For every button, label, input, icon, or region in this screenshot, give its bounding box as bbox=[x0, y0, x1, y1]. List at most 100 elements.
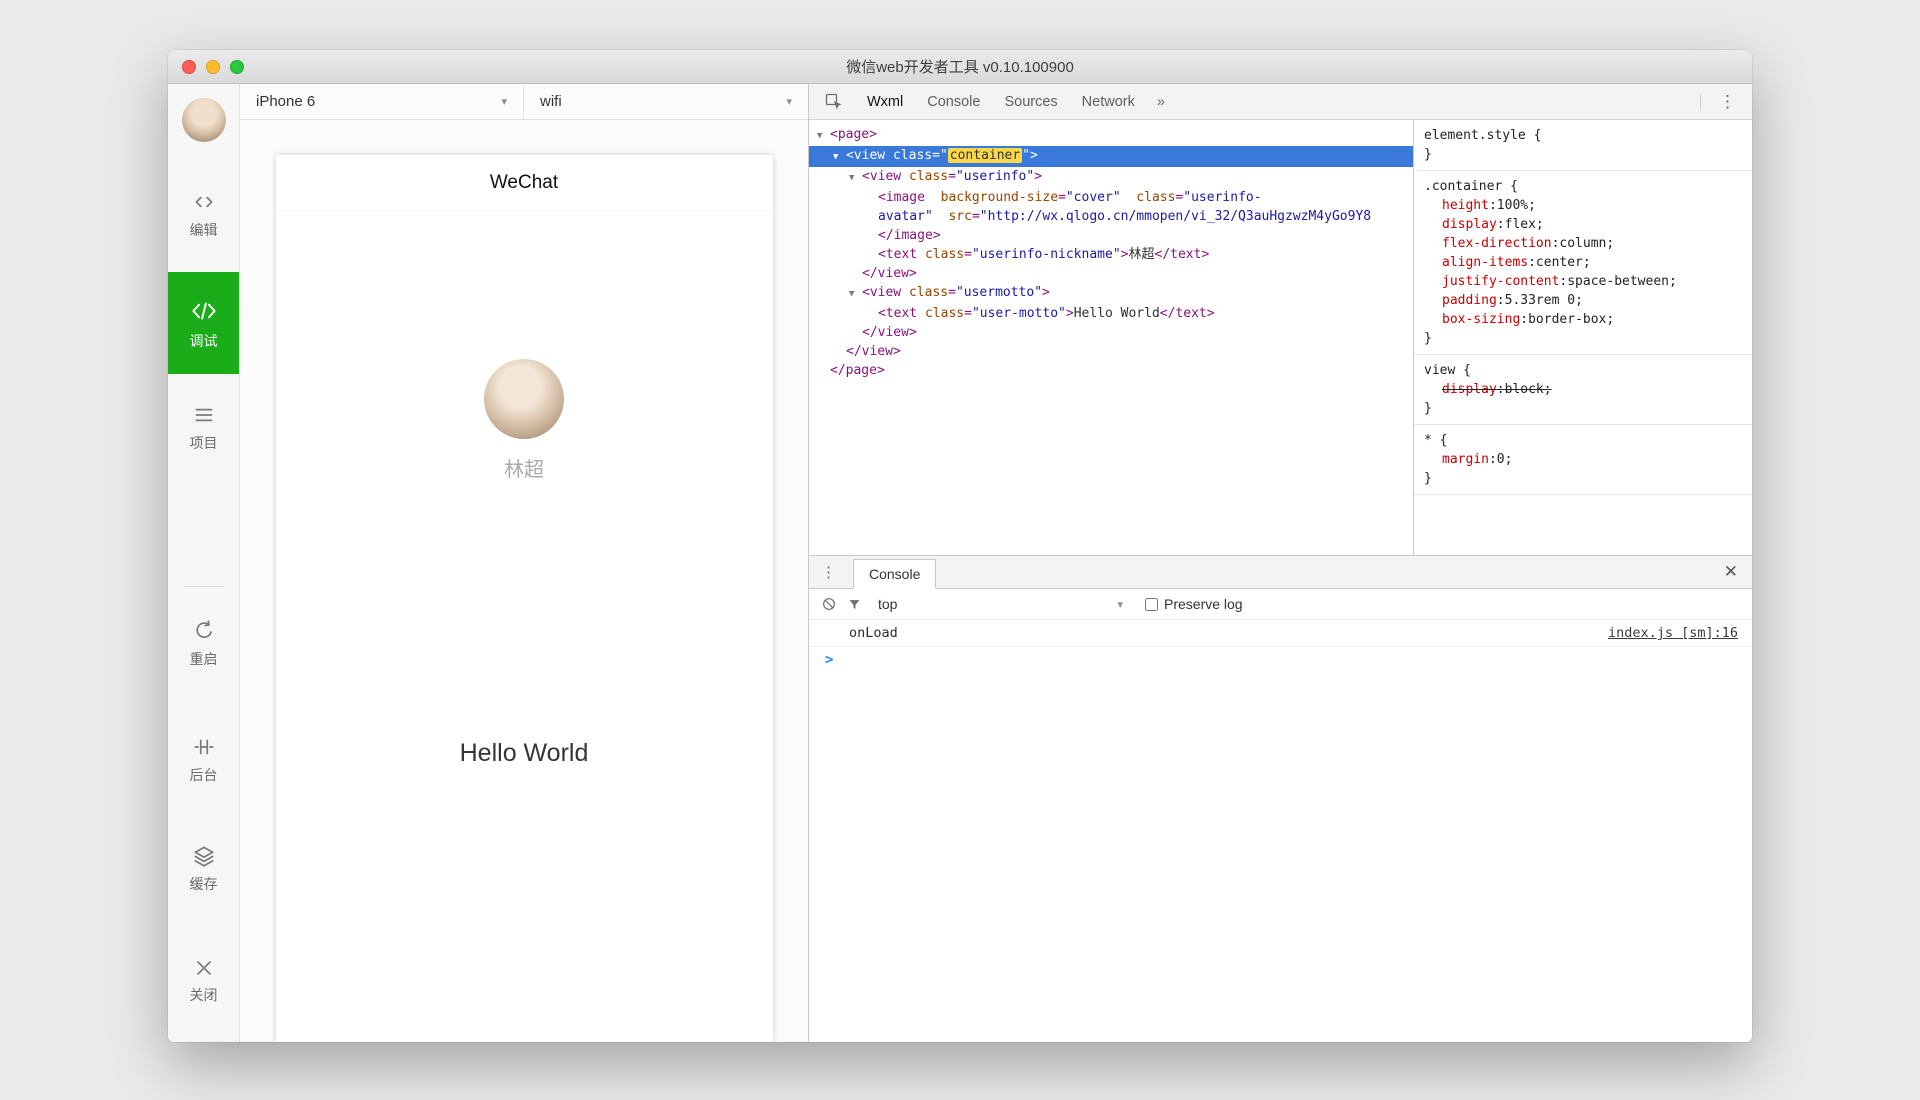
code-token: = bbox=[971, 209, 980, 224]
code-token: view bbox=[861, 344, 893, 359]
zoom-window-button[interactable] bbox=[230, 59, 244, 74]
wxml-tree-row[interactable]: </view> bbox=[809, 342, 1413, 361]
clear-console-icon[interactable] bbox=[821, 596, 837, 612]
wxml-tree-row[interactable]: <image background-size="cover" class="us… bbox=[809, 188, 1413, 207]
console-menu-icon[interactable]: ⋮ bbox=[821, 563, 836, 581]
console-log-message: onLoad bbox=[849, 625, 898, 641]
sidebar-item-backstage[interactable]: 后台 bbox=[168, 734, 239, 785]
console-prompt[interactable]: > bbox=[809, 647, 1752, 673]
backstage-icon bbox=[193, 739, 214, 755]
window-titlebar[interactable]: 微信web开发者工具 v0.10.100900 bbox=[168, 50, 1752, 84]
chevron-down-icon: ▾ bbox=[501, 96, 507, 108]
style-rule: element.style {} bbox=[1414, 120, 1752, 171]
console-close-icon[interactable]: ✕ bbox=[1724, 562, 1738, 582]
app-window: 微信web开发者工具 v0.10.100900 编辑 调试 项目 重启 后台 缓… bbox=[168, 50, 1752, 1042]
console-drawer-tab[interactable]: Console bbox=[853, 559, 937, 589]
console-log-row: onLoad index.js [sm]:16 bbox=[809, 620, 1752, 647]
style-property[interactable]: margin:0; bbox=[1424, 450, 1742, 469]
style-selector: element.style { bbox=[1424, 128, 1542, 143]
code-token: text bbox=[885, 247, 918, 262]
wxml-tree-row[interactable]: </view> bbox=[809, 323, 1413, 342]
style-property[interactable]: display:flex; bbox=[1424, 215, 1742, 234]
expand-arrow-icon[interactable]: ▼ bbox=[849, 169, 862, 188]
style-property[interactable]: align-items:center; bbox=[1424, 253, 1742, 272]
sidebar-divider bbox=[184, 586, 224, 587]
sidebar-item-restart[interactable]: 重启 bbox=[168, 618, 239, 669]
console-log-source-link[interactable]: index.js [sm]:16 bbox=[1608, 625, 1738, 641]
code-token: > bbox=[1034, 169, 1043, 184]
style-property[interactable]: height:100%; bbox=[1424, 196, 1742, 215]
wxml-tree-row[interactable]: ▼ <view class="usermotto"> bbox=[809, 283, 1413, 304]
code-token: =" bbox=[932, 148, 948, 163]
style-selector: .container { bbox=[1424, 179, 1518, 194]
phone-screen[interactable]: WeChat 林超 Hello World bbox=[275, 155, 773, 1042]
expand-arrow-icon[interactable]: ▼ bbox=[849, 285, 862, 304]
style-property[interactable]: padding:5.33rem 0; bbox=[1424, 291, 1742, 310]
sidebar-item-project[interactable]: 项目 bbox=[168, 402, 239, 453]
code-token: = bbox=[964, 247, 972, 262]
style-property[interactable]: justify-content:space-between; bbox=[1424, 272, 1742, 291]
code-token: page bbox=[845, 363, 877, 378]
sidebar-item-label: 缓存 bbox=[189, 876, 218, 892]
preserve-log-control: Preserve log bbox=[1145, 596, 1243, 612]
wxml-tree-row[interactable]: ▼ <view class="userinfo"> bbox=[809, 167, 1413, 188]
tab-sources[interactable]: Sources bbox=[992, 84, 1069, 119]
code-token: class bbox=[917, 306, 965, 321]
inspect-cursor-icon bbox=[825, 93, 842, 109]
code-token: "usermotto" bbox=[955, 285, 1043, 300]
user-avatar[interactable] bbox=[182, 98, 226, 142]
tab-console[interactable]: Console bbox=[915, 84, 992, 119]
code-token: < bbox=[878, 247, 886, 262]
code-token: > bbox=[908, 266, 917, 281]
window-title: 微信web开发者工具 v0.10.100900 bbox=[846, 59, 1074, 76]
sidebar-item-close[interactable]: 关闭 bbox=[168, 956, 239, 1005]
code-token: "> bbox=[1022, 148, 1038, 163]
code-token: > bbox=[876, 363, 885, 378]
code-token: text bbox=[1175, 306, 1207, 321]
wxml-tree-row[interactable]: ▼ <view class=" container "> bbox=[809, 146, 1413, 167]
expand-arrow-icon[interactable]: ▼ bbox=[833, 148, 846, 167]
style-property[interactable]: box-sizing:border-box; bbox=[1424, 310, 1742, 329]
wxml-tree-row[interactable]: </page> bbox=[809, 361, 1413, 380]
wxml-tree-row[interactable]: <text class="userinfo-nickname">林超</text… bbox=[809, 245, 1413, 264]
devtools-tabbar: Wxml Console Sources Network » ⋮ bbox=[809, 84, 1752, 120]
wxml-tree-row[interactable]: </view> bbox=[809, 264, 1413, 283]
filter-icon[interactable] bbox=[847, 597, 862, 612]
code-token: text bbox=[1170, 247, 1202, 262]
console-prompt-chevron: > bbox=[825, 652, 834, 668]
tab-wxml[interactable]: Wxml bbox=[855, 84, 915, 119]
tab-network[interactable]: Network bbox=[1070, 84, 1147, 119]
code-token: </ bbox=[1154, 247, 1171, 262]
chevron-down-icon: ▾ bbox=[786, 96, 792, 108]
wxml-tree-row[interactable]: </image> bbox=[809, 226, 1413, 245]
code-token: src bbox=[932, 209, 972, 224]
style-property[interactable]: flex-direction:column; bbox=[1424, 234, 1742, 253]
miniapp-motto: Hello World bbox=[459, 739, 589, 767]
code-token: class bbox=[901, 169, 949, 184]
minimize-window-button[interactable] bbox=[206, 59, 220, 74]
devtools-menu-icon[interactable]: ⋮ bbox=[1713, 92, 1742, 112]
wxml-tree-row[interactable]: ▼ <page> bbox=[809, 125, 1413, 146]
style-property[interactable]: display:block; bbox=[1424, 380, 1742, 399]
code-token: class bbox=[1120, 190, 1176, 205]
code-token: "userinfo" bbox=[955, 169, 1035, 184]
code-token: Hello World bbox=[1073, 306, 1160, 321]
device-select[interactable]: iPhone 6 ▾ bbox=[240, 84, 524, 119]
preserve-log-checkbox[interactable] bbox=[1145, 597, 1158, 611]
code-token: < bbox=[878, 190, 886, 205]
code-token: "user-motto" bbox=[971, 306, 1066, 321]
wxml-tree-row[interactable]: <text class="user-motto">Hello World</te… bbox=[809, 304, 1413, 323]
expand-arrow-icon[interactable]: ▼ bbox=[817, 127, 830, 146]
inspect-element-button[interactable] bbox=[819, 89, 849, 115]
sidebar-item-edit[interactable]: 编辑 bbox=[168, 189, 239, 240]
debug-code-icon bbox=[191, 302, 216, 319]
style-close-brace: } bbox=[1424, 401, 1432, 416]
sidebar-item-debug[interactable]: 调试 bbox=[168, 272, 239, 374]
network-select[interactable]: wifi ▾ bbox=[524, 84, 808, 119]
code-edit-icon bbox=[195, 196, 212, 208]
sidebar-item-cache[interactable]: 缓存 bbox=[168, 843, 239, 894]
execution-context-select[interactable]: top ▾ bbox=[878, 596, 1123, 612]
wxml-tree-row[interactable]: avatar" src="http://wx.qlogo.cn/mmopen/v… bbox=[809, 207, 1413, 226]
more-tabs-chevron[interactable]: » bbox=[1147, 94, 1175, 110]
close-window-button[interactable] bbox=[182, 59, 196, 74]
